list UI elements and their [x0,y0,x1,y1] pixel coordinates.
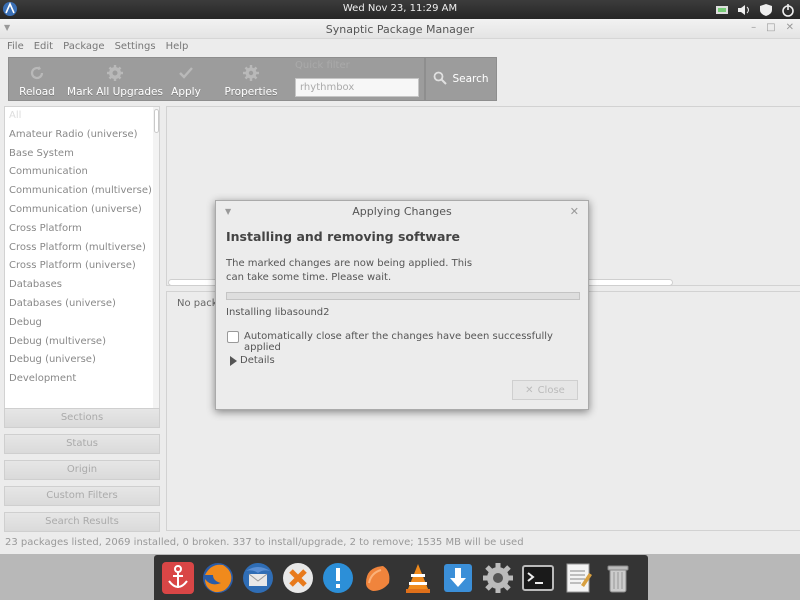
apply-button[interactable]: Apply [165,58,207,102]
close-icon: ✕ [525,384,534,396]
close-button[interactable]: ✕ Close [512,380,578,400]
list-item[interactable]: Databases (universe) [5,295,159,314]
progress-bar [226,292,580,300]
terminal-icon[interactable] [518,558,558,598]
search-label: Search [452,73,489,85]
search-results-button[interactable]: Search Results [4,512,160,532]
properties-button[interactable]: Properties [217,58,285,102]
shield-icon[interactable] [758,2,774,18]
origin-button[interactable]: Origin [4,460,160,480]
applying-changes-dialog: ▼ Applying Changes ✕ Installing and remo… [215,200,589,410]
list-item[interactable]: Databases [5,276,159,295]
properties-label: Properties [224,86,278,98]
menubar: File Edit Package Settings Help [0,39,800,56]
menu-file[interactable]: File [2,39,29,56]
power-icon[interactable] [780,2,796,18]
reload-button[interactable]: Reload [9,58,65,102]
volume-icon[interactable] [736,2,752,18]
list-item[interactable]: Cross Platform [5,220,159,239]
dialog-heading: Installing and removing software [226,229,461,244]
close-icon[interactable]: ✕ [786,22,794,33]
list-item[interactable]: All [5,107,159,126]
trash-icon[interactable] [598,558,638,598]
list-item[interactable]: Cross Platform (multiverse) [5,239,159,258]
list-item[interactable]: Debug [5,314,159,333]
vlc-icon[interactable] [398,558,438,598]
notifications-icon[interactable] [318,558,358,598]
system-tray [714,1,796,18]
menu-edit[interactable]: Edit [29,39,58,56]
clock[interactable]: Wed Nov 23, 11:29 AM [0,3,800,14]
list-item[interactable]: Development [5,370,159,389]
sections-button[interactable]: Sections [4,408,160,428]
close-label: Close [537,384,565,396]
list-item[interactable]: Cross Platform (universe) [5,257,159,276]
expander-arrow-icon [230,355,237,366]
dialog-message: The marked changes are now being applied… [226,258,473,283]
list-item[interactable]: Debug (universe) [5,351,159,370]
list-item[interactable]: Communication (universe) [5,201,159,220]
section-list-scrollbar[interactable] [153,107,159,421]
apply-label: Apply [171,86,201,98]
search-icon [433,71,448,88]
auto-close-label[interactable]: Automatically close after the changes ha… [244,331,588,353]
list-item[interactable]: Amateur Radio (universe) [5,126,159,145]
menu-package[interactable]: Package [58,39,109,56]
status-bar: 23 packages listed, 2069 installed, 0 br… [5,537,524,548]
checkmark-icon [177,62,195,84]
window-title: Synaptic Package Manager [325,23,475,36]
minimize-icon[interactable]: – [751,22,756,33]
maximize-icon[interactable]: □ [766,22,775,33]
list-item[interactable]: Communication [5,163,159,182]
top-panel: Wed Nov 23, 11:29 AM [0,0,800,19]
text-editor-icon[interactable] [558,558,598,598]
list-item[interactable]: Communication (multiverse) [5,182,159,201]
menu-settings[interactable]: Settings [110,39,161,56]
orange-icon[interactable] [358,558,398,598]
dock [154,555,648,600]
firefox-icon[interactable] [198,558,238,598]
titlebar[interactable]: ▼ Synaptic Package Manager – □ ✕ [0,19,800,39]
dialog-close-icon[interactable]: ✕ [570,205,579,218]
network-icon[interactable] [714,2,730,18]
properties-gear-icon [242,62,260,84]
section-list: All Amateur Radio (universe) Base System… [4,106,160,422]
description-text: No pack [177,298,218,309]
status-button[interactable]: Status [4,434,160,454]
details-label: Details [240,355,275,366]
details-expander[interactable]: Details [230,355,275,366]
thunderbird-icon[interactable] [238,558,278,598]
crossover-icon[interactable] [278,558,318,598]
custom-filters-button[interactable]: Custom Filters [4,486,160,506]
list-item[interactable]: Base System [5,145,159,164]
gear-icon [106,62,124,84]
quick-filter-label: Quick filter [295,60,350,71]
settings-icon[interactable] [478,558,518,598]
mark-all-upgrades-label: Mark All Upgrades [67,86,163,98]
scrollbar-thumb[interactable] [154,109,159,133]
search-button[interactable]: Search [425,57,497,101]
reload-label: Reload [19,86,55,98]
auto-close-checkbox[interactable] [227,331,239,343]
current-action: Installing libasound2 [226,307,330,318]
window-controls: – □ ✕ [751,22,794,33]
dialog-title: Applying Changes [352,205,452,218]
download-icon[interactable] [438,558,478,598]
menu-help[interactable]: Help [161,39,194,56]
anchor-icon[interactable] [158,558,198,598]
quick-filter-input[interactable] [295,78,419,97]
list-item[interactable]: Debug (multiverse) [5,333,159,352]
mark-all-upgrades-button[interactable]: Mark All Upgrades [65,58,165,102]
reload-icon [28,62,46,84]
